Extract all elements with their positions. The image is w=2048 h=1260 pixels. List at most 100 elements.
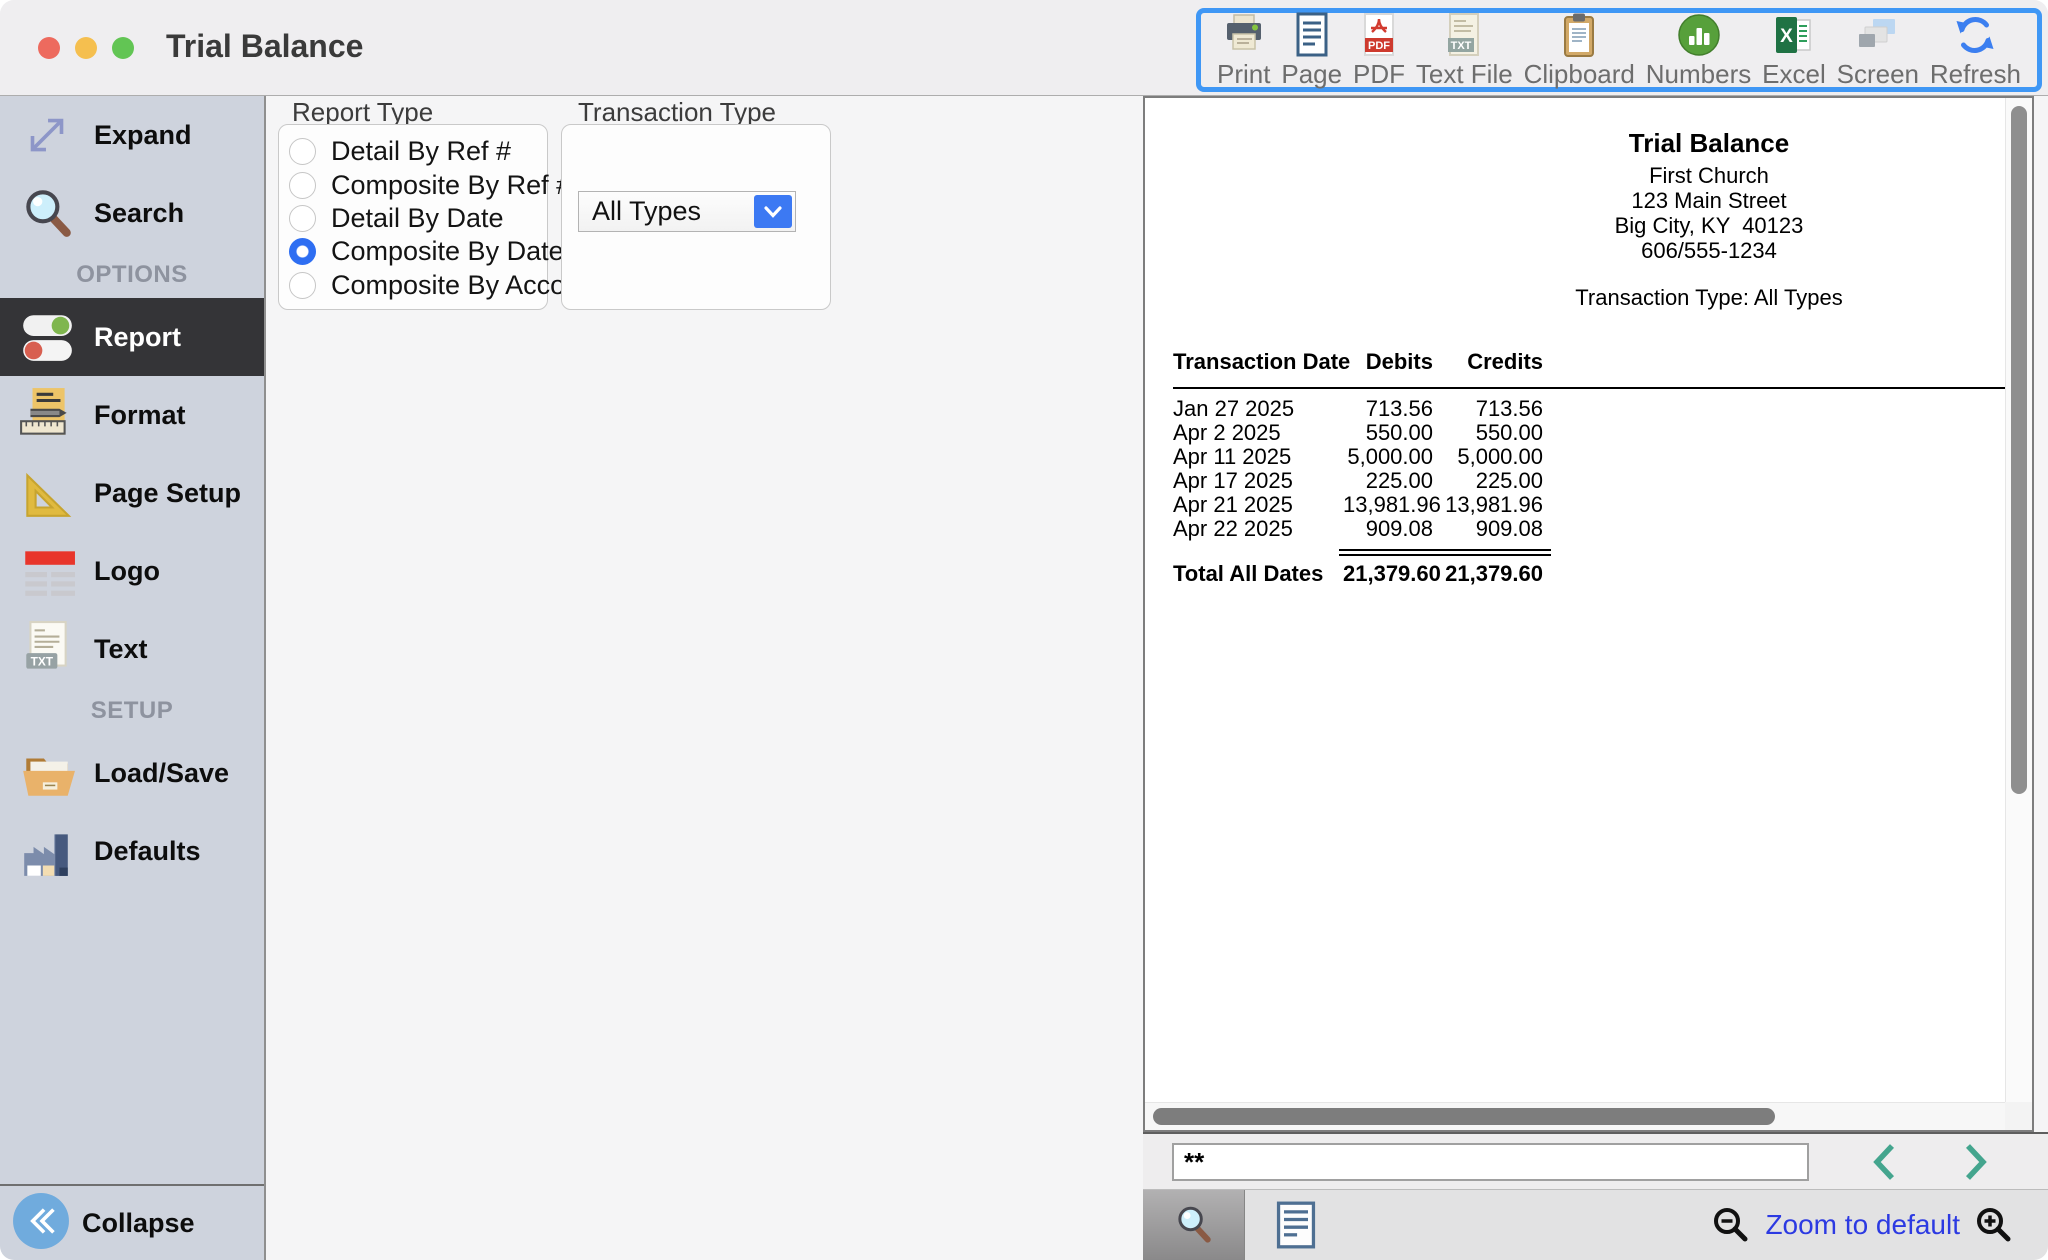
open-folder-icon <box>12 744 82 802</box>
refresh-label: Refresh <box>1930 59 2021 89</box>
clipboard-icon <box>1556 12 1602 58</box>
report-address-line1: 123 Main Street <box>1145 188 2034 213</box>
sidebar-spacer <box>0 890 264 1184</box>
find-input[interactable] <box>1172 1143 1809 1181</box>
sidebar-label-load-save: Load/Save <box>94 758 229 789</box>
sidebar-item-text[interactable]: TXT Text <box>0 610 264 688</box>
excel-icon: X <box>1771 12 1817 58</box>
radio-detail-by-ref[interactable]: Detail By Ref # <box>289 135 547 168</box>
report-phone: 606/555-1234 <box>1145 238 2034 263</box>
svg-text:TXT: TXT <box>1451 40 1472 52</box>
sidebar-label-expand: Expand <box>94 120 192 151</box>
radio-composite-by-account[interactable]: Composite By Account <box>289 269 547 302</box>
radio-circle[interactable] <box>289 205 316 232</box>
report-title: Trial Balance <box>1145 128 2034 158</box>
find-next-button[interactable] <box>1954 1140 1998 1184</box>
zoom-in-icon[interactable] <box>1974 1205 2014 1245</box>
sidebar-item-search[interactable]: Search <box>0 174 264 252</box>
report-toggles-icon <box>12 308 82 366</box>
radio-composite-by-ref[interactable]: Composite By Ref # <box>289 168 547 201</box>
export-toolbar: Print Page <box>1196 8 2042 92</box>
sidebar-item-load-save[interactable]: Load/Save <box>0 734 264 812</box>
table-row: Apr 17 2025225.00225.00 <box>1173 469 2022 493</box>
preview-bottom-bar: Zoom to default <box>1143 1189 2048 1260</box>
excel-button[interactable]: X Excel <box>1762 12 1826 89</box>
radio-circle[interactable] <box>289 172 316 199</box>
horizontal-scrollbar[interactable] <box>1145 1102 2005 1130</box>
set-square-icon <box>12 464 82 522</box>
factory-icon <box>12 822 82 880</box>
sidebar-label-logo: Logo <box>94 556 160 587</box>
minimize-window-button[interactable] <box>75 37 97 59</box>
radio-composite-by-date[interactable]: Composite By Date <box>289 235 547 268</box>
numbers-button[interactable]: Numbers <box>1646 12 1751 89</box>
radio-detail-by-date[interactable]: Detail By Date <box>289 202 547 235</box>
zoom-controls: Zoom to default <box>1711 1190 2048 1260</box>
numbers-label: Numbers <box>1646 59 1751 89</box>
screen-label: Screen <box>1837 59 1919 89</box>
table-row: Jan 27 2025713.56713.56 <box>1173 397 2022 421</box>
clipboard-label: Clipboard <box>1524 59 1635 89</box>
radio-circle-selected[interactable] <box>289 238 316 265</box>
sidebar-label-defaults: Defaults <box>94 836 201 867</box>
excel-label: Excel <box>1762 59 1826 89</box>
svg-text:X: X <box>1780 26 1793 47</box>
radio-circle[interactable] <box>289 272 316 299</box>
tab-search-mode[interactable] <box>1143 1190 1245 1260</box>
svg-text:TXT: TXT <box>31 655 54 669</box>
tab-document-mode[interactable] <box>1245 1190 1347 1260</box>
transaction-type-dropdown[interactable]: All Types <box>578 191 796 232</box>
txt-document-icon: TXT <box>12 620 82 678</box>
sidebar-label-report: Report <box>94 322 181 353</box>
clipboard-button[interactable]: Clipboard <box>1524 12 1635 89</box>
sidebar-item-logo[interactable]: Logo <box>0 532 264 610</box>
report-transaction-type-meta: Transaction Type: All Types <box>1145 285 2034 310</box>
report-organization: First Church <box>1145 163 2034 188</box>
table-row: Apr 22 2025909.08909.08 <box>1173 517 2022 541</box>
expand-arrows-icon <box>12 106 82 164</box>
sidebar-label-text: Text <box>94 634 148 665</box>
total-double-rule <box>1339 549 1551 556</box>
text-file-icon: TXT <box>1441 12 1487 58</box>
zoom-to-default-link[interactable]: Zoom to default <box>1765 1209 1960 1241</box>
traffic-lights <box>38 37 134 59</box>
refresh-arrows-icon <box>1952 12 1998 58</box>
sidebar-item-page-setup[interactable]: Page Setup <box>0 454 264 532</box>
sidebar-item-format[interactable]: Format <box>0 376 264 454</box>
sidebar-item-report[interactable]: Report <box>0 298 264 376</box>
horizontal-scrollbar-thumb[interactable] <box>1153 1108 1775 1125</box>
report-type-group: Detail By Ref # Composite By Ref # Detai… <box>278 124 548 310</box>
vertical-scrollbar-thumb[interactable] <box>2011 106 2027 794</box>
logo-placeholder-icon <box>12 542 82 600</box>
sidebar-section-setup: SETUP <box>0 688 264 734</box>
sidebar-item-expand[interactable]: Expand <box>0 96 264 174</box>
screen-button[interactable]: Screen <box>1837 12 1919 89</box>
report-total-row: Total All Dates 21,379.60 21,379.60 <box>1173 562 2022 586</box>
sidebar-collapse-button[interactable]: Collapse <box>0 1186 264 1260</box>
magnifier-icon <box>12 184 82 242</box>
scrollbar-corner <box>2005 1102 2032 1130</box>
radio-circle[interactable] <box>289 138 316 165</box>
pdf-button[interactable]: PDF PDF <box>1353 12 1405 89</box>
zoom-out-icon[interactable] <box>1711 1205 1751 1245</box>
print-button[interactable]: Print <box>1217 12 1270 89</box>
find-bar <box>1143 1132 2048 1189</box>
vertical-scrollbar[interactable] <box>2005 98 2032 1102</box>
refresh-button[interactable]: Refresh <box>1930 12 2021 89</box>
report-preview-panel[interactable]: Trial Balance First Church 123 Main Stre… <box>1143 96 2034 1132</box>
page-button[interactable]: Page <box>1281 12 1342 89</box>
sidebar-section-options: OPTIONS <box>0 252 264 298</box>
header-rule <box>1173 387 2022 389</box>
table-row: Apr 2 2025550.00550.00 <box>1173 421 2022 445</box>
magnifier-icon <box>1170 1201 1218 1249</box>
numbers-chart-icon <box>1676 12 1722 58</box>
text-file-button[interactable]: TXT Text File <box>1416 12 1513 89</box>
transaction-type-group: All Types <box>561 124 831 310</box>
zoom-window-button[interactable] <box>112 37 134 59</box>
find-previous-button[interactable] <box>1862 1140 1906 1184</box>
window-title: Trial Balance <box>166 28 363 65</box>
page-label: Page <box>1281 59 1342 89</box>
sidebar-item-defaults[interactable]: Defaults <box>0 812 264 890</box>
close-window-button[interactable] <box>38 37 60 59</box>
sidebar-label-collapse: Collapse <box>82 1208 195 1239</box>
